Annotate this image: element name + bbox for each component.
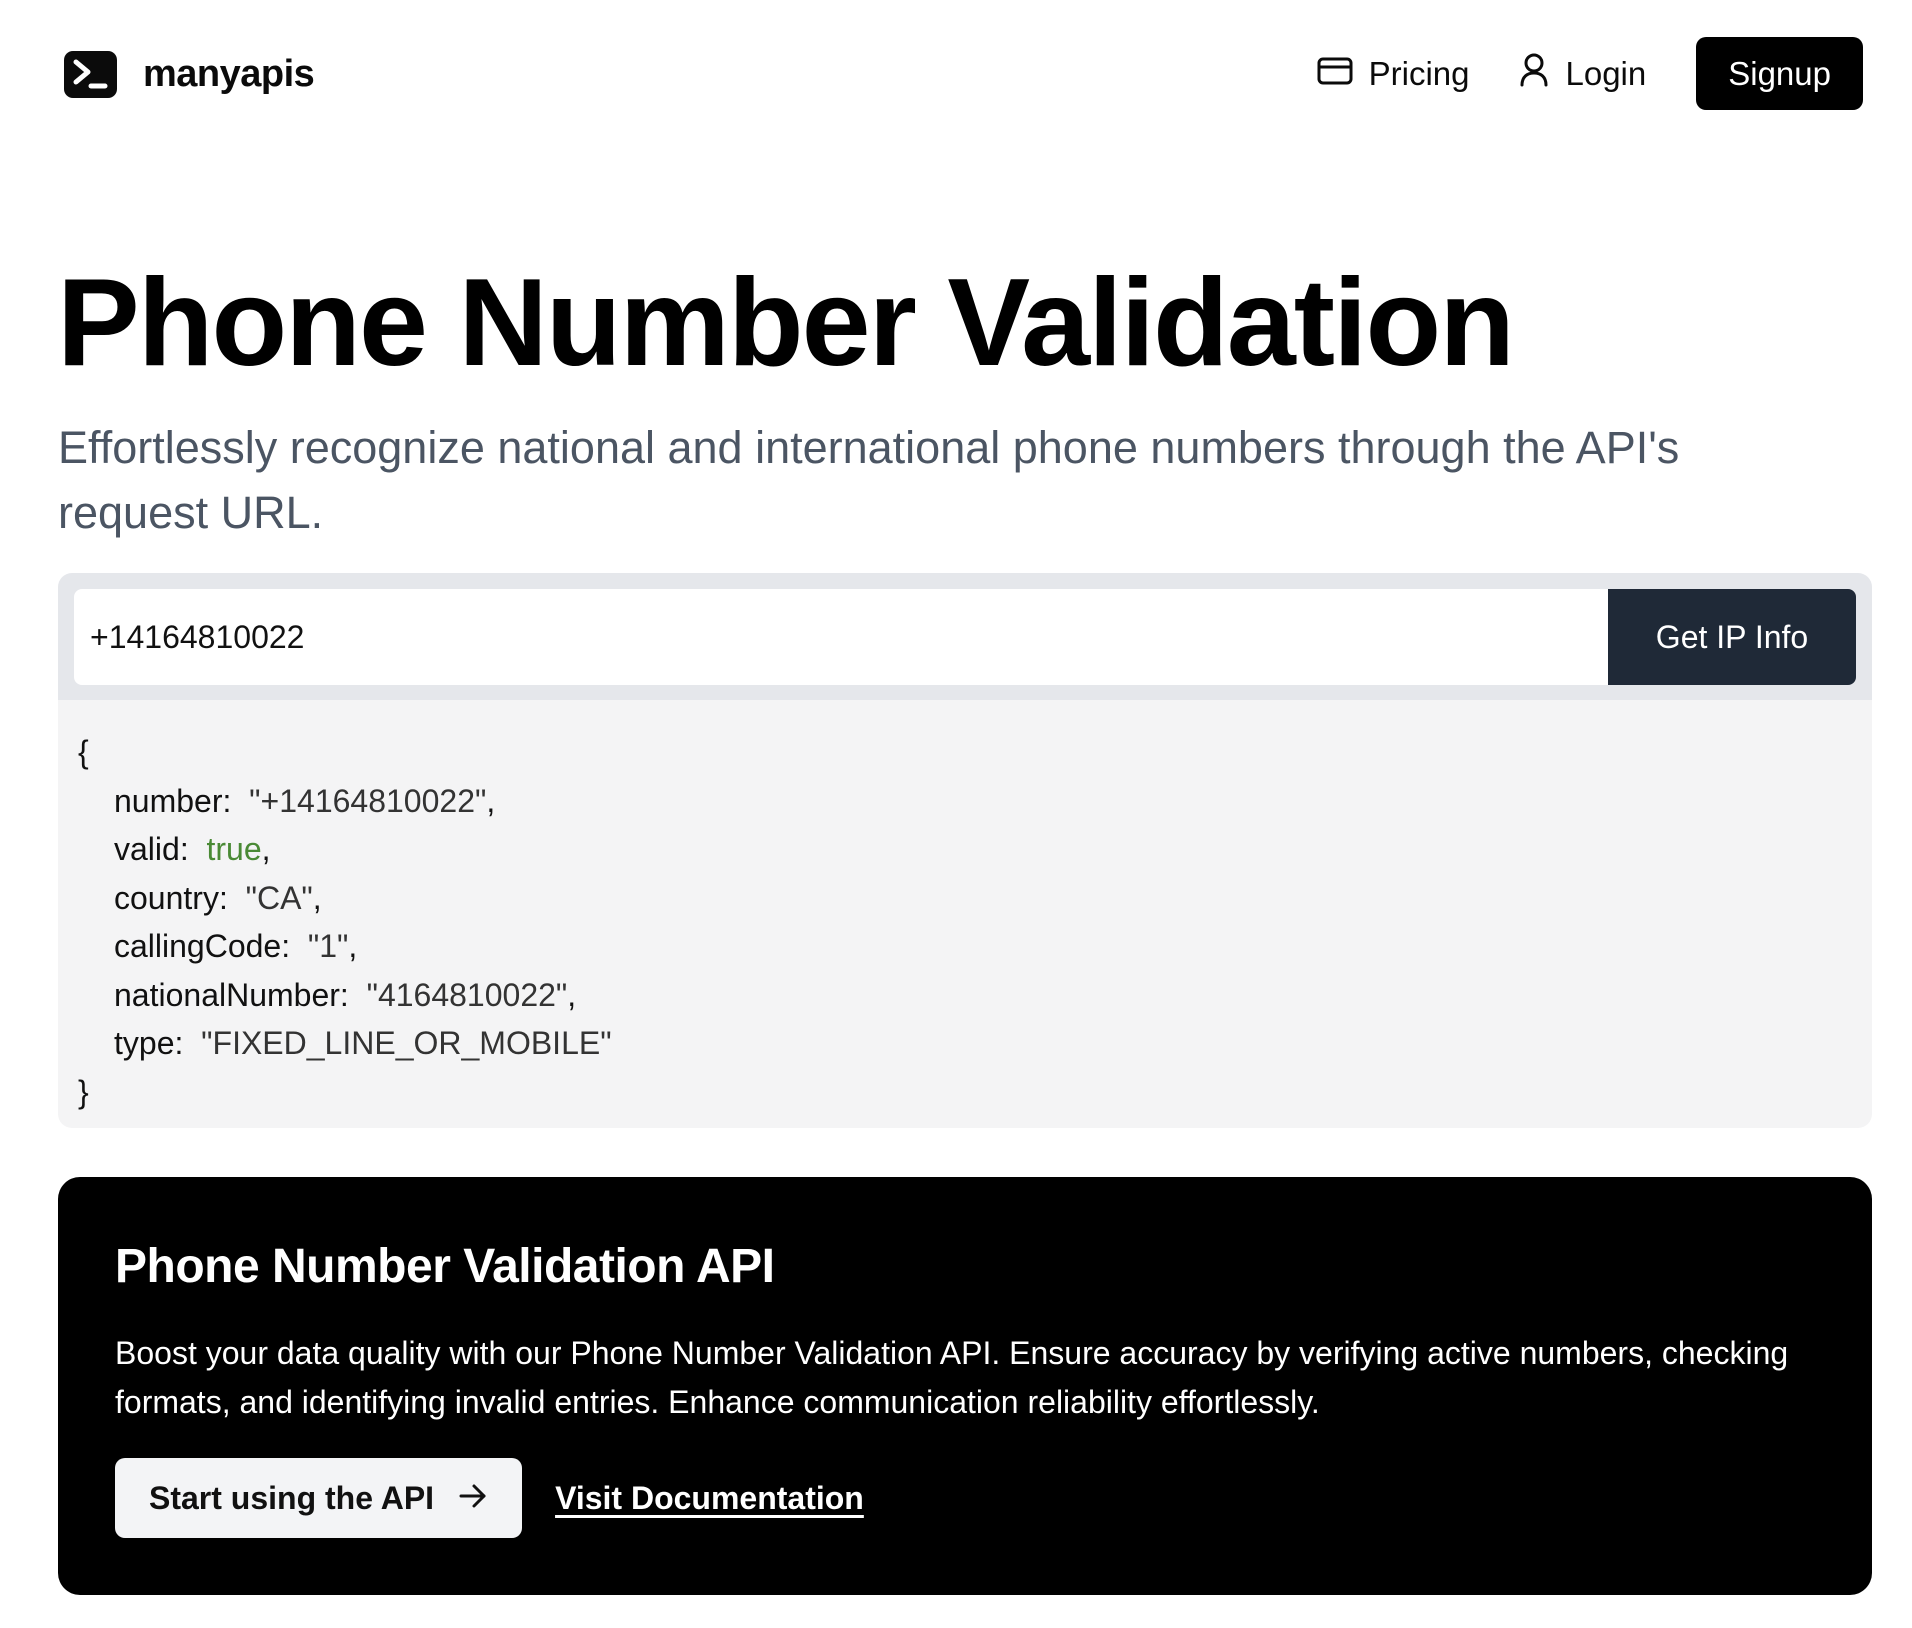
json-open-brace: {: [78, 734, 89, 770]
json-key: valid:: [114, 831, 189, 867]
json-value: "1": [307, 928, 349, 964]
json-value: "4164810022": [366, 976, 568, 1013]
nav-pricing-label: Pricing: [1368, 54, 1470, 92]
start-api-button[interactable]: Start using the API: [115, 1458, 523, 1538]
json-close-brace: }: [78, 1073, 89, 1110]
json-value: "FIXED_LINE_OR_MOBILE": [201, 1025, 612, 1061]
nav-login-label: Login: [1565, 54, 1647, 92]
api-promo-card: Phone Number Validation API Boost your d…: [58, 1177, 1872, 1595]
request-bar: Get IP Info: [58, 573, 1872, 700]
json-key: nationalNumber:: [114, 976, 349, 1013]
nav-pricing-link[interactable]: Pricing: [1317, 54, 1470, 93]
brand-logo-link[interactable]: manyapis: [64, 50, 315, 98]
json-key: number:: [114, 782, 232, 819]
json-value: "CA": [245, 879, 313, 916]
phone-number-input[interactable]: [74, 589, 1608, 685]
brand-name: manyapis: [143, 52, 315, 95]
json-response: { number: "+14164810022", valid: true, c…: [58, 700, 1872, 1128]
top-nav: Pricing Login Signup: [1317, 37, 1863, 110]
json-key: type:: [114, 1025, 184, 1061]
json-comma: ,: [348, 928, 358, 964]
json-comma: ,: [486, 782, 496, 819]
signup-button[interactable]: Signup: [1696, 37, 1863, 110]
api-card-actions: Start using the API Visit Documentation: [115, 1458, 864, 1538]
start-api-label: Start using the API: [149, 1479, 435, 1516]
json-value: "+14164810022": [249, 782, 487, 819]
terminal-prompt-icon: [64, 50, 117, 98]
page-title: Phone Number Validation: [57, 254, 1515, 392]
page: manyapis Pricing Login Signup Phone Numb…: [0, 0, 1912, 1628]
user-icon: [1519, 53, 1549, 95]
nav-login-link[interactable]: Login: [1519, 53, 1646, 95]
site-header: manyapis Pricing Login Signup: [0, 0, 1912, 150]
json-field-type: type: "FIXED_LINE_OR_MOBILE": [78, 1019, 1852, 1068]
json-key: country:: [114, 879, 228, 916]
json-key: callingCode:: [114, 928, 291, 964]
api-card-description: Boost your data quality with our Phone N…: [115, 1335, 1789, 1420]
json-field-calling-code: callingCode: "1",: [78, 922, 1852, 971]
json-field-valid: valid: true,: [78, 825, 1852, 874]
json-comma: ,: [567, 976, 577, 1013]
json-field-number: number: "+14164810022",: [78, 777, 1852, 826]
json-value: true: [206, 831, 262, 867]
get-info-button[interactable]: Get IP Info: [1608, 589, 1856, 685]
json-field-country: country: "CA",: [78, 874, 1852, 923]
api-card-title: Phone Number Validation API: [115, 1240, 775, 1293]
json-comma: ,: [312, 879, 322, 916]
page-subtitle: Effortlessly recognize national and inte…: [58, 422, 1680, 538]
json-comma: ,: [261, 831, 271, 867]
visit-documentation-link[interactable]: Visit Documentation: [555, 1480, 864, 1517]
credit-card-icon: [1317, 55, 1353, 93]
json-field-national-number: nationalNumber: "4164810022",: [78, 971, 1852, 1020]
arrow-right-icon: [458, 1480, 488, 1517]
